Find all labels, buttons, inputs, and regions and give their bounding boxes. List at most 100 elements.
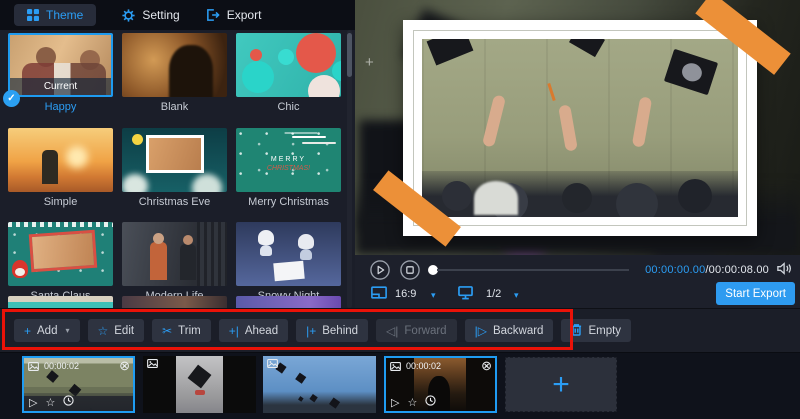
scissors-icon: ✂ <box>162 325 172 337</box>
add-button[interactable]: + Add ▾ <box>14 319 80 342</box>
theme-card-blank[interactable]: Blank <box>122 33 227 97</box>
insert-ahead-icon: +| <box>229 325 239 337</box>
clip-play-icon[interactable]: ▷ <box>391 396 399 409</box>
selected-check-badge: ✓ <box>3 90 20 107</box>
theme-card-chic[interactable]: Chic <box>236 33 341 97</box>
add-clip-placeholder[interactable]: + <box>505 357 617 412</box>
theme-card-snowy-night[interactable]: Snowy Night <box>236 222 341 286</box>
theme-thumbnail <box>236 33 341 97</box>
star-icon: ☆ <box>98 325 109 337</box>
theme-grid: Current ✓ Happy Blank Chic Simple <box>0 30 355 308</box>
theme-label: Chic <box>236 101 341 113</box>
ahead-button[interactable]: +| Ahead <box>219 319 288 342</box>
seek-track[interactable] <box>437 269 629 271</box>
image-icon <box>28 362 39 371</box>
image-icon <box>147 359 158 368</box>
preview-panel: + <box>355 0 800 308</box>
timeline-clip-2[interactable] <box>143 356 256 413</box>
screen-page-value: 1/2 <box>486 288 501 300</box>
time-display: 00:00:00.00/00:00:08.00 <box>645 264 769 276</box>
time-current: 00:00:00.00 <box>645 264 705 276</box>
theme-panel: Theme Setting Export Current ✓ Happy <box>0 0 355 308</box>
speaker-icon <box>777 262 793 275</box>
scrollbar-thumb[interactable] <box>347 33 352 77</box>
theme-card-santa-claus[interactable]: Santa Claus <box>8 222 113 286</box>
tab-setting[interactable]: Setting <box>122 8 179 22</box>
clip-play-icon[interactable]: ▷ <box>29 396 37 409</box>
clip-duration-clock-icon[interactable] <box>63 395 74 409</box>
close-icon[interactable]: ⊗ <box>481 358 492 374</box>
sparkle-decoration: + <box>365 54 374 71</box>
theme-thumbnail: MERRY CHRISTMAS! <box>236 128 341 192</box>
theme-thumbnail-partial[interactable] <box>236 296 341 308</box>
tab-bar: Theme Setting Export <box>0 0 355 30</box>
move-forward-icon: ◁| <box>386 325 398 337</box>
forward-button[interactable]: ◁| Forward <box>376 319 457 342</box>
video-preview[interactable]: + <box>355 0 800 255</box>
start-export-button[interactable]: Start Export <box>716 282 795 305</box>
gear-icon <box>122 9 135 22</box>
backward-button[interactable]: |▷ Backward <box>465 319 554 342</box>
theme-thumbnail <box>122 222 227 286</box>
aspect-dropdown-caret[interactable]: ▾ <box>431 290 436 301</box>
aspect-ratio-value: 16:9 <box>395 288 416 300</box>
add-dropdown-caret: ▾ <box>65 326 69 335</box>
tab-export[interactable]: Export <box>206 8 262 22</box>
image-icon <box>267 359 278 368</box>
empty-button[interactable]: Empty <box>561 319 631 342</box>
theme-label: Merry Christmas <box>236 196 341 208</box>
theme-card-simple[interactable]: Simple <box>8 128 113 192</box>
play-button[interactable] <box>370 260 390 285</box>
clip-duration-clock-icon[interactable] <box>425 395 436 409</box>
theme-thumbnail <box>236 222 341 286</box>
theme-card-christmas-eve[interactable]: Christmas Eve <box>122 128 227 192</box>
theme-thumbnail <box>8 222 113 286</box>
clip-effect-star-icon[interactable]: ☆ <box>45 396 55 409</box>
timeline-clip-4[interactable]: 00:00:02 ⊗ ▷ ☆ <box>384 356 497 413</box>
preview-photo <box>422 39 738 217</box>
theme-label: Happy <box>8 101 113 113</box>
edit-button[interactable]: ☆ Edit <box>88 319 145 342</box>
tab-theme-label: Theme <box>46 8 83 22</box>
edit-toolbar: + Add ▾ ☆ Edit ✂ Trim +| Ahead |+ Behind… <box>0 308 800 352</box>
tab-setting-label: Setting <box>142 8 179 22</box>
screen-button[interactable] <box>458 286 473 303</box>
stop-icon <box>400 260 420 280</box>
image-icon <box>390 362 401 371</box>
plus-icon: + <box>24 325 31 337</box>
plus-icon: + <box>552 368 570 402</box>
clip-duration: 00:00:02 <box>406 361 441 371</box>
theme-thumbnail: Current <box>8 33 113 97</box>
tab-theme[interactable]: Theme <box>14 4 96 26</box>
close-icon[interactable]: ⊗ <box>119 358 130 374</box>
theme-label: Blank <box>122 101 227 113</box>
stop-button[interactable] <box>400 260 420 285</box>
insert-behind-icon: |+ <box>306 325 316 337</box>
clip-effect-star-icon[interactable]: ☆ <box>407 396 417 409</box>
theme-thumbnail <box>122 128 227 192</box>
volume-button[interactable] <box>777 262 793 280</box>
theme-thumbnail <box>122 33 227 97</box>
theme-label: Christmas Eve <box>122 196 227 208</box>
theme-thumbnail-partial[interactable] <box>122 296 227 308</box>
current-theme-overlay: Current <box>10 78 111 95</box>
theme-thumbnail <box>8 128 113 192</box>
timeline-clip-3[interactable] <box>263 356 376 413</box>
grid-icon <box>27 9 39 21</box>
timeline-clip-1[interactable]: 00:00:02 ⊗ ▷ ☆ <box>22 356 135 413</box>
theme-card-modern-life[interactable]: Modern Life <box>122 222 227 286</box>
trash-icon <box>571 323 582 338</box>
monitor-icon <box>458 286 473 300</box>
behind-button[interactable]: |+ Behind <box>296 319 368 342</box>
theme-card-happy[interactable]: Current ✓ Happy <box>8 33 113 97</box>
trim-button[interactable]: ✂ Trim <box>152 319 211 342</box>
screen-dropdown-caret[interactable]: ▾ <box>514 290 519 301</box>
photo-frame <box>403 20 757 236</box>
playback-controls: 00:00:00.00/00:00:08.00 16:9 ▾ 1/2 ▾ Sta… <box>355 255 800 308</box>
aspect-ratio-button[interactable] <box>371 286 387 302</box>
theme-thumbnail-partial[interactable] <box>8 296 113 308</box>
theme-card-merry-christmas[interactable]: MERRY CHRISTMAS! Merry Christmas <box>236 128 341 192</box>
time-total: /00:00:08.00 <box>705 264 769 276</box>
scrollbar[interactable] <box>347 30 352 308</box>
app-window: Theme Setting Export Current ✓ Happy <box>0 0 800 419</box>
